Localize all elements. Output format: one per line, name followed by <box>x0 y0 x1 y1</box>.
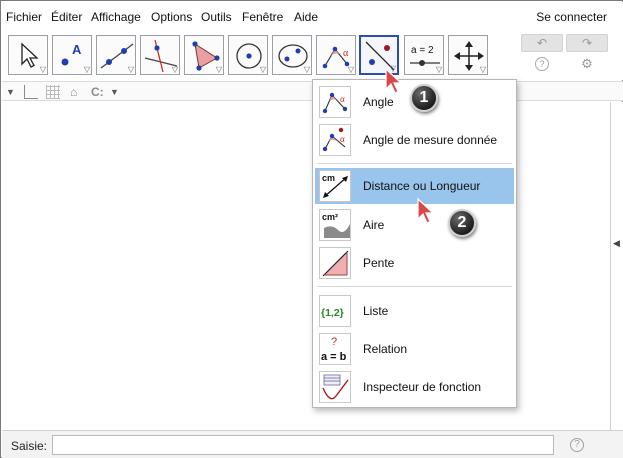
relation-icon: ? a = b <box>319 333 351 365</box>
app-window: Fichier Éditer Affichage Options Outils … <box>0 0 623 458</box>
svg-text:a = 2: a = 2 <box>411 45 434 56</box>
svg-text:a = b: a = b <box>321 351 347 363</box>
dropdown-item-label: Pente <box>363 256 395 270</box>
help-icon[interactable]: ? <box>535 57 549 71</box>
menu-fichier[interactable]: Fichier <box>6 10 42 24</box>
menu-bar: Fichier Éditer Affichage Options Outils … <box>2 2 623 30</box>
tool-dropdown: α Angle α Angle de mesure donnée cm Dist… <box>312 79 517 408</box>
dropdown-item-label: Aire <box>363 218 385 232</box>
login-link[interactable]: Se connecter <box>536 10 607 24</box>
chevron-down-icon[interactable]: ▼ <box>110 85 119 99</box>
angle-tool-button[interactable]: α ▽ <box>316 35 356 75</box>
dropdown-item-angle-given-size[interactable]: α Angle de mesure donnée <box>315 122 514 158</box>
angle-icon: α <box>319 86 351 118</box>
side-panel-strip: ◀ <box>610 102 623 430</box>
move-view-tool-button[interactable]: ▽ <box>448 35 488 75</box>
svg-text:α: α <box>340 94 345 104</box>
point-label-a: A <box>72 42 82 57</box>
angle-given-size-icon: α <box>319 124 351 156</box>
dropdown-item-label: Angle <box>363 95 394 109</box>
axes-icon[interactable] <box>24 85 38 99</box>
expand-panel-icon[interactable]: ◀ <box>613 238 620 249</box>
step-callout-2: 2 <box>448 209 476 237</box>
home-icon[interactable]: ⌂ <box>70 85 77 99</box>
slider-tool-button[interactable]: a = 2 ▽ <box>404 35 444 75</box>
menu-outils[interactable]: Outils <box>201 10 232 24</box>
dropdown-separator <box>317 163 512 164</box>
distance-length-icon: cm <box>319 170 351 202</box>
line-tool-button[interactable]: ▽ <box>96 35 136 75</box>
mouse-cursor-icon <box>385 67 403 94</box>
conic-tool-button[interactable]: ▽ <box>272 35 312 75</box>
area-icon: cm² <box>319 209 351 241</box>
toolbar: ▽ A ▽ ▽ ▽ ▽ ▽ ▽ α ▽ ▽ a = 2 ▽ ▽ ↶ ↷ ? ⚙ <box>2 30 623 80</box>
dropdown-item-label: Distance ou Longueur <box>363 179 481 193</box>
svg-text:{1,2}: {1,2} <box>321 307 344 319</box>
menu-options[interactable]: Options <box>151 10 192 24</box>
svg-text:α: α <box>343 48 349 59</box>
svg-text:α: α <box>340 134 345 144</box>
input-field[interactable] <box>52 435 554 455</box>
list-icon: {1,2} <box>319 295 351 327</box>
graphics-view[interactable] <box>2 102 610 430</box>
redo-button[interactable]: ↷ <box>566 34 608 52</box>
circle-tool-button[interactable]: ▽ <box>228 35 268 75</box>
dropdown-item-relation[interactable]: ? a = b Relation <box>315 331 514 367</box>
mouse-cursor-icon <box>417 197 435 224</box>
dropdown-item-label: Inspecteur de fonction <box>363 380 482 394</box>
step-callout-1: 1 <box>410 84 438 112</box>
input-label: Saisie: <box>11 439 48 453</box>
svg-text:?: ? <box>331 336 337 348</box>
menu-affichage[interactable]: Affichage <box>91 10 141 24</box>
polygon-tool-button[interactable]: ▽ <box>184 35 224 75</box>
point-tool-button[interactable]: A ▽ <box>52 35 92 75</box>
menu-editer[interactable]: Éditer <box>51 10 82 24</box>
function-inspector-icon <box>319 371 351 403</box>
dropdown-item-slope[interactable]: Pente <box>315 245 514 281</box>
menu-aide[interactable]: Aide <box>294 10 318 24</box>
undo-button[interactable]: ↶ <box>521 34 563 52</box>
dropdown-item-label: Angle de mesure donnée <box>363 133 498 147</box>
grid-icon[interactable] <box>46 85 60 99</box>
dropdown-item-list[interactable]: {1,2} Liste <box>315 293 514 329</box>
dropdown-item-function-inspector[interactable]: Inspecteur de fonction <box>315 369 514 405</box>
menu-fenetre[interactable]: Fenêtre <box>242 10 283 24</box>
svg-text:cm: cm <box>322 173 335 183</box>
perpendicular-tool-button[interactable]: ▽ <box>140 35 180 75</box>
gear-icon[interactable]: ⚙ <box>580 57 594 71</box>
slope-icon <box>319 247 351 279</box>
input-help-icon[interactable]: ? <box>570 438 584 452</box>
dropdown-separator <box>317 286 512 287</box>
point-capture-icon[interactable]: C: <box>91 85 104 99</box>
dropdown-item-label: Liste <box>363 304 389 318</box>
input-bar: Saisie: ? <box>2 430 623 458</box>
svg-text:cm²: cm² <box>322 212 338 222</box>
style-bar-toggle-icon[interactable]: ▼ <box>6 85 15 99</box>
move-tool-button[interactable]: ▽ <box>8 35 48 75</box>
dropdown-item-label: Relation <box>363 342 408 356</box>
